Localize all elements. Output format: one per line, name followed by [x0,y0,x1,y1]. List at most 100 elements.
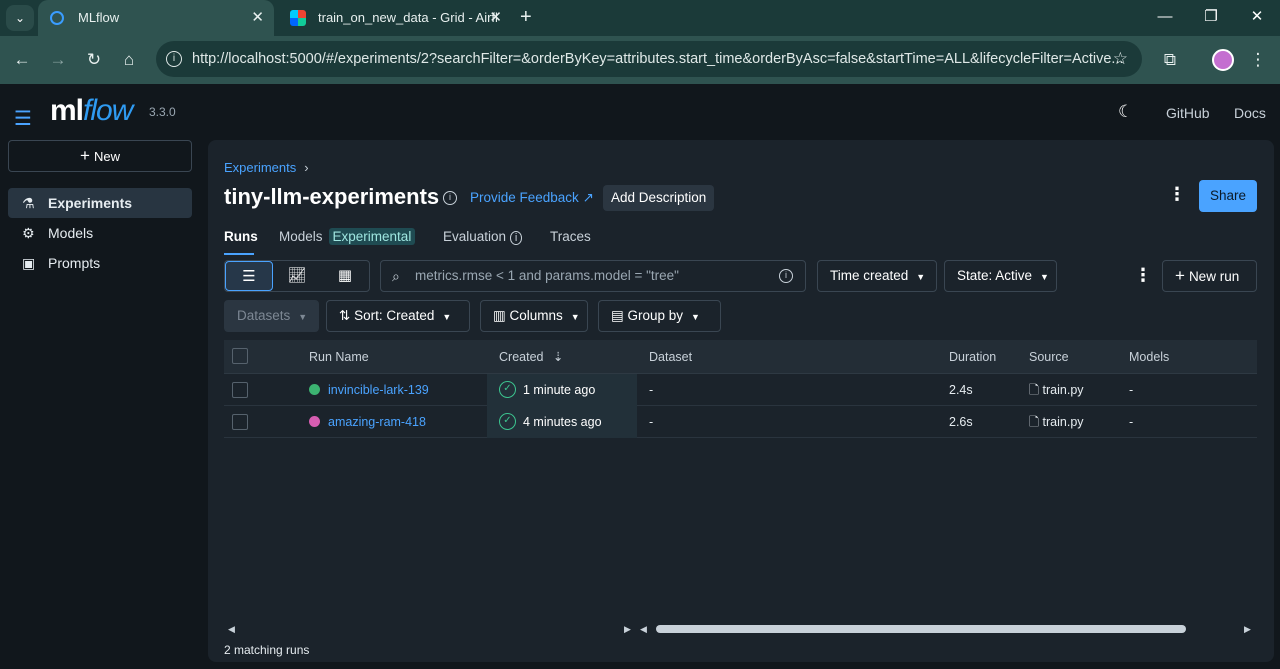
site-info-icon[interactable]: i [166,51,182,67]
table-view-icon[interactable]: ▦ [321,261,369,291]
row-checkbox[interactable] [232,414,248,430]
close-window-button[interactable]: ✕ [1234,0,1280,34]
home-icon[interactable]: ⌂ [117,48,141,72]
duration-value: 2.6s [949,415,973,429]
sidebar-item-label: Models [48,225,94,241]
tab-runs-label: Runs [224,229,258,244]
select-all-checkbox[interactable] [232,348,248,364]
columns-label: Columns [509,308,563,323]
sidebar-item-models[interactable]: ⚙ Models [8,218,192,248]
active-tab-underline [224,253,254,255]
source-cell[interactable]: 🗋︎ train.py [1029,406,1084,438]
chevron-down-icon: ▼ [442,312,452,322]
row-checkbox[interactable] [232,382,248,398]
scroll-left-icon[interactable]: ◀ [640,623,647,635]
view-mode-switch: ☰ 📈︎ ▦ [224,260,370,292]
sidebar-item-experiments[interactable]: ⚗ Experiments [8,188,192,218]
dataset-value: - [649,415,654,429]
runs-table: Run Name Created ⇣ Dataset Duration Sour… [224,340,1257,438]
dark-mode-toggle-icon[interactable]: ☾ [1118,102,1133,122]
horizontal-scrollbar[interactable]: ◀ ▶ ◀ ▶ [224,623,1257,635]
scroll-right-icon[interactable]: ▶ [1244,623,1251,635]
tab-traces-label: Traces [550,229,591,244]
feedback-label: Provide Feedback [470,190,579,205]
share-button[interactable]: Share [1199,180,1257,212]
sort-desc-icon: ⇣ [552,350,564,364]
table-row[interactable]: amazing-ram-418 ✓ 4 minutes ago - 2.6s 🗋… [224,406,1257,438]
close-tab-icon[interactable]: ✕ [251,0,264,36]
hamburger-menu-icon[interactable]: ☰ [14,106,32,131]
tab-models[interactable]: Models Experimental [279,228,416,245]
group-by-dropdown[interactable]: ▤ Group by ▼ [598,300,721,332]
scrollbar-thumb[interactable] [656,625,1186,633]
sort-dropdown[interactable]: ⇅ Sort: Created ▼ [326,300,470,332]
mlflow-logo[interactable]: mlflow [50,94,133,128]
column-header-run-name[interactable]: Run Name [309,340,369,374]
file-icon: 🗋︎ [1029,383,1043,397]
created-header-label: Created [499,350,544,364]
version-label: 3.3.0 [149,105,176,119]
run-color-dot[interactable] [309,416,320,427]
add-description-button[interactable]: Add Description [603,185,715,211]
table-row[interactable]: invincible-lark-139 ✓ 1 minute ago - 2.4… [224,374,1257,406]
list-view-icon[interactable]: ☰ [225,261,273,291]
more-options-icon[interactable]: ⋮ [1168,184,1186,205]
profile-avatar[interactable] [1212,49,1234,71]
tab-traces[interactable]: Traces [550,229,591,244]
chart-view-icon[interactable]: 📈︎ [273,261,321,291]
state-dropdown[interactable]: State: Active ▼ [944,260,1057,292]
column-header-models[interactable]: Models [1129,340,1169,374]
run-name-link[interactable]: amazing-ram-418 [328,406,426,438]
tab-runs[interactable]: Runs [224,229,258,244]
browser-menu-icon[interactable]: ⋮ [1246,48,1270,72]
scroll-right-icon[interactable]: ▶ [624,623,631,635]
extensions-icon[interactable]: ⧉ [1158,48,1182,72]
models-value: - [1129,383,1134,397]
datasets-label: Datasets [237,308,291,323]
check-circle-icon: ✓ [499,413,516,430]
back-arrow-icon[interactable]: ← [10,48,34,72]
search-input[interactable]: ⌕ metrics.rmse < 1 and params.model = "t… [380,260,806,292]
more-options-icon[interactable]: ⋮ [1134,265,1152,286]
datasets-dropdown[interactable]: Datasets ▼ [224,300,319,332]
new-label: New [93,149,120,164]
minimize-button[interactable]: — [1142,0,1188,34]
file-icon: 🗋︎ [1029,415,1043,429]
group-icon: ▤ [611,308,628,323]
url-text: http://localhost:5000/#/experiments/2?se… [192,51,1124,67]
tab-search-button[interactable]: ⌄ [6,5,34,31]
search-placeholder: metrics.rmse < 1 and params.model = "tre… [415,268,679,283]
close-tab-icon[interactable]: ✕ [489,0,502,36]
breadcrumb-experiments-link[interactable]: Experiments [224,160,296,175]
column-header-dataset[interactable]: Dataset [649,340,692,374]
chevron-down-icon: ▼ [570,312,580,322]
restore-button[interactable]: ❐ [1188,0,1234,34]
docs-link[interactable]: Docs [1234,105,1266,121]
run-name-link[interactable]: invincible-lark-139 [328,374,429,406]
column-header-source[interactable]: Source [1029,340,1069,374]
new-button[interactable]: + New [8,140,192,172]
reload-icon[interactable]: ↻ [82,48,106,72]
bookmark-star-icon[interactable]: ☆ [1113,41,1128,77]
source-value: train.py [1042,383,1084,397]
github-link[interactable]: GitHub [1166,105,1210,121]
new-run-button[interactable]: + New run [1162,260,1257,292]
browser-tab-airflow[interactable]: train_on_new_data - Grid - Airfl ✕ [278,0,512,36]
info-icon[interactable]: i [443,191,457,205]
column-header-duration[interactable]: Duration [949,340,996,374]
search-help-icon[interactable]: i [779,269,793,283]
run-color-dot[interactable] [309,384,320,395]
source-cell[interactable]: 🗋︎ train.py [1029,374,1084,406]
mlflow-app: ☰ mlflow 3.3.0 ☾ GitHub Docs + New ⚗ Exper… [0,84,1280,669]
provide-feedback-link[interactable]: Provide Feedback ↗ [470,190,594,206]
new-tab-button[interactable]: + [520,0,532,34]
columns-dropdown[interactable]: ▥ Columns ▼ [480,300,588,332]
browser-tab-mlflow[interactable]: MLflow ✕ [38,0,274,36]
forward-arrow-icon[interactable]: → [46,48,70,72]
sidebar-item-prompts[interactable]: ▣ Prompts [8,248,192,278]
tab-evaluation[interactable]: Evaluation i [443,229,523,245]
column-header-created[interactable]: Created ⇣ [499,340,563,374]
time-created-dropdown[interactable]: Time created ▼ [817,260,937,292]
scroll-left-icon[interactable]: ◀ [228,623,235,635]
address-bar[interactable]: i http://localhost:5000/#/experiments/2?… [156,41,1142,77]
